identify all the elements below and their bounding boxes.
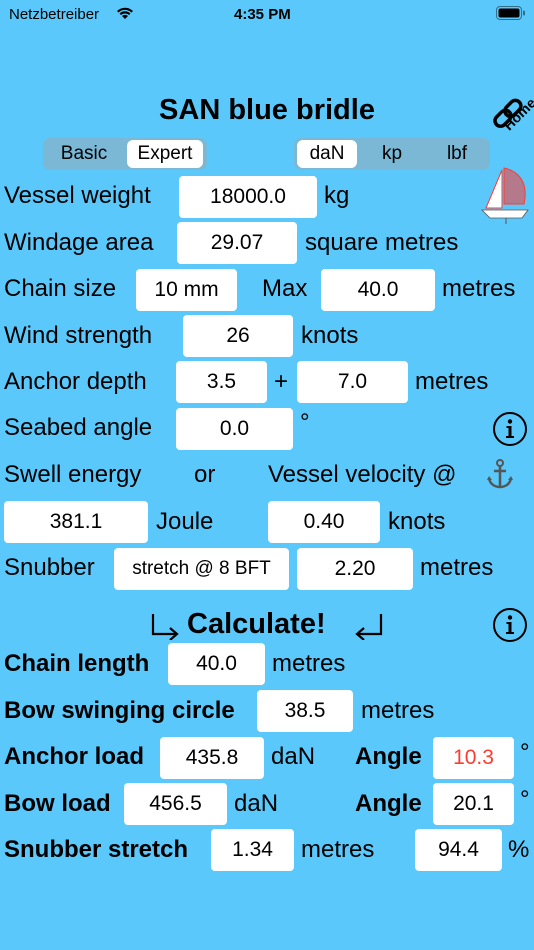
anchor-depth-input[interactable]: 3.5 [176,361,267,403]
chain-size-input[interactable]: 10 mm [136,269,237,311]
anchor-load-value: 435.8 [160,737,264,779]
anchor-depth-label: Anchor depth [4,368,147,395]
anchor-depth-plus: + [274,368,289,395]
page-title: SAN blue bridle [159,94,375,126]
windage-area-unit: square metres [305,229,459,256]
calculate-button[interactable]: Calculate! [150,602,384,646]
calculate-label: Calculate! [187,608,326,640]
chain-size-label: Chain size [4,275,117,302]
anchor-depth-unit: metres [415,368,489,395]
snubber-length-unit: metres [420,554,494,581]
sailboat-icon [478,166,532,226]
snubber-stretch-unit: metres [301,836,375,863]
snubber-length-input[interactable]: 2.20 [297,548,413,590]
windage-area-label: Windage area [4,229,154,256]
seabed-angle-label: Seabed angle [4,414,153,441]
seabed-angle-unit: ° [300,409,310,436]
anchor-depth-extra-input[interactable]: 7.0 [297,361,408,403]
chain-length-label: Chain length [4,650,150,677]
battery-icon [496,6,526,25]
seabed-angle-input[interactable]: 0.0 [176,408,293,450]
bow-angle-label: Angle [355,790,422,817]
bow-load-unit: daN [234,790,279,817]
swell-or-label: or [194,461,216,488]
unit-segmented-control[interactable]: daN kp lbf [294,138,490,170]
carrier-name: Netzbetreiber [9,6,100,23]
chain-max-label: Max [262,275,308,302]
anchor-load-unit: daN [271,743,316,770]
wind-strength-unit: knots [301,322,359,349]
snubber-type-select[interactable]: stretch @ 8 BFT [114,548,289,590]
bow-angle-unit: ° [520,786,530,813]
anchor-icon [485,458,515,490]
swell-energy-unit: Joule [156,508,214,535]
vessel-velocity-unit: knots [388,508,446,535]
mode-segmented-control[interactable]: Basic Expert [43,138,207,170]
chain-length-unit: metres [272,650,346,677]
info-icon[interactable] [492,607,528,643]
tab-dan[interactable]: daN [297,140,357,168]
anchor-angle-unit: ° [520,739,530,766]
anchor-angle-label: Angle [355,743,422,770]
tab-kp[interactable]: kp [362,140,422,168]
status-bar: Netzbetreiber 4:35 PM [0,0,534,30]
info-icon[interactable] [492,411,528,447]
chain-max-input[interactable]: 40.0 [321,269,435,311]
bow-swinging-unit: metres [361,697,435,724]
wifi-icon [115,5,135,25]
anchor-angle-value: 10.3 [433,737,514,779]
wind-strength-label: Wind strength [4,322,153,349]
clock: 4:35 PM [234,6,291,23]
vessel-velocity-label: Vessel velocity @ [268,461,457,488]
tab-expert[interactable]: Expert [127,140,203,168]
snubber-label: Snubber [4,554,95,581]
bow-load-value: 456.5 [124,783,227,825]
tab-basic[interactable]: Basic [47,140,121,168]
swell-energy-input[interactable]: 381.1 [4,501,148,543]
snubber-stretch-label: Snubber stretch [4,836,189,863]
snubber-stretch-percent: 94.4 [415,829,502,871]
bow-angle-value: 20.1 [433,783,514,825]
vessel-weight-label: Vessel weight [4,182,151,209]
return-left-icon [150,612,180,645]
snubber-stretch-percent-unit: % [508,836,530,863]
home-button[interactable]: Home [486,90,534,136]
windage-area-input[interactable]: 29.07 [177,222,297,264]
vessel-weight-unit: kg [324,182,350,209]
vessel-weight-input[interactable]: 18000.0 [179,176,317,218]
snubber-stretch-value: 1.34 [211,829,294,871]
anchor-load-label: Anchor load [4,743,145,770]
chain-max-unit: metres [442,275,516,302]
return-right-icon [354,612,384,645]
wind-strength-input[interactable]: 26 [183,315,293,357]
vessel-velocity-input[interactable]: 0.40 [268,501,380,543]
chain-length-value: 40.0 [168,643,265,685]
swell-energy-label: Swell energy [4,461,142,488]
bow-swinging-value: 38.5 [257,690,353,732]
tab-lbf[interactable]: lbf [427,140,487,168]
bow-load-label: Bow load [4,790,111,817]
bow-swinging-label: Bow swinging circle [4,697,235,724]
